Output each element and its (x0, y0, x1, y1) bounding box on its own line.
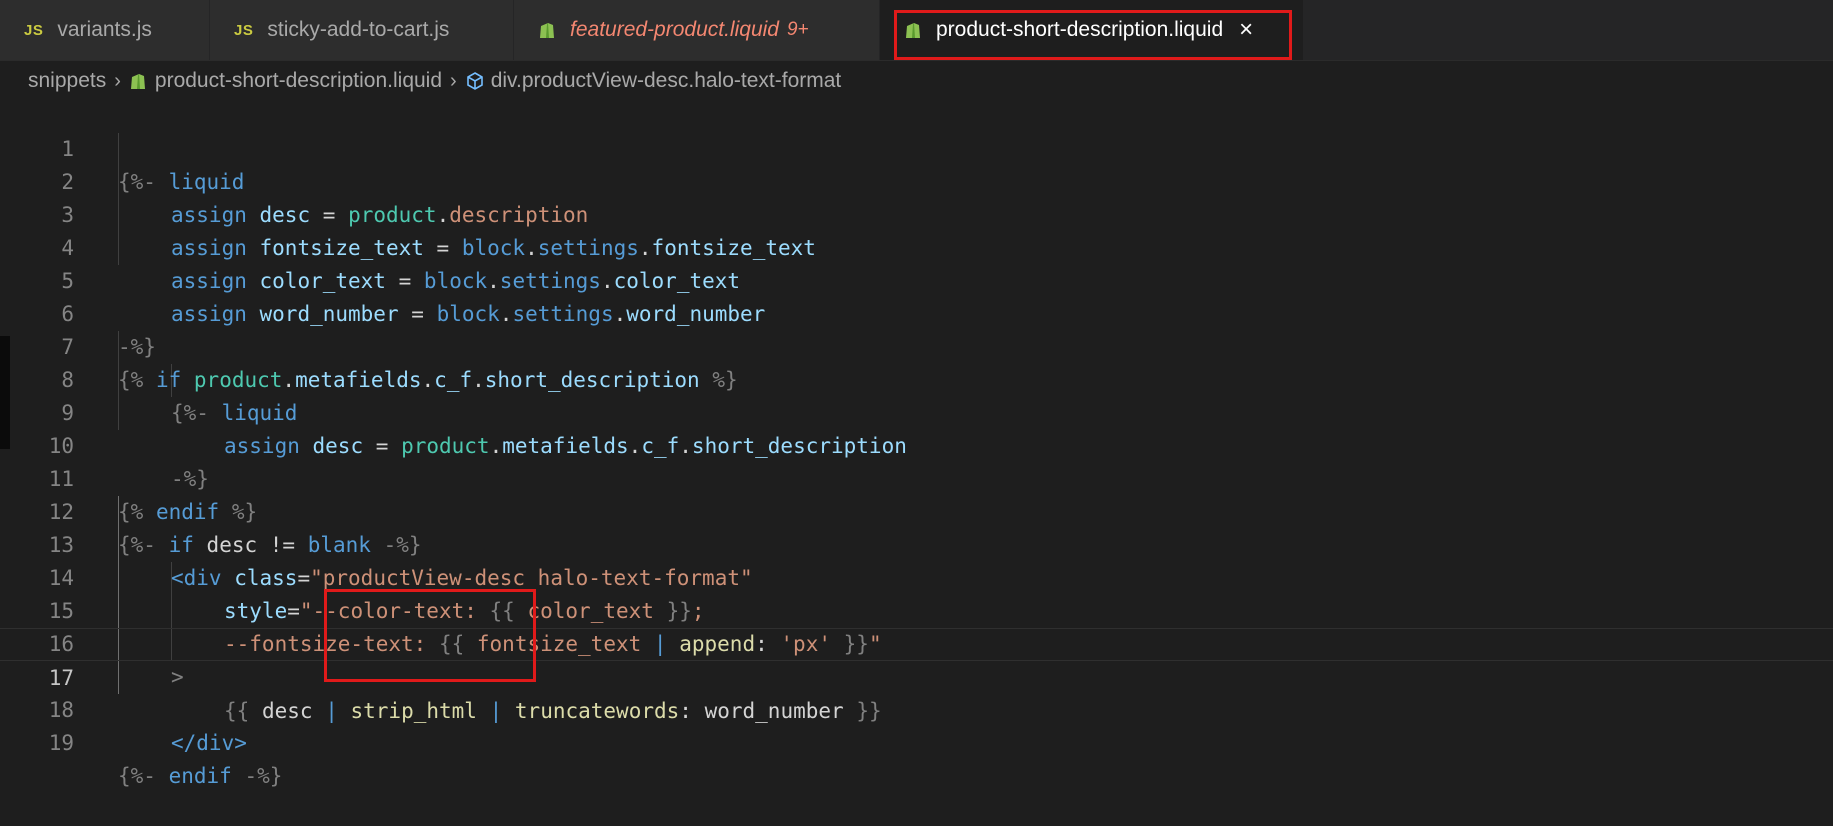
tab-product-short-description-liquid[interactable]: product-short-description.liquid × (880, 0, 1304, 60)
code-line[interactable]: 6 -%} (0, 265, 1833, 359)
tab-label: sticky-add-to-cart.js (267, 18, 450, 41)
javascript-file-icon: JS (24, 21, 44, 39)
problems-count-badge: 9+ (786, 19, 809, 40)
breadcrumb-symbol[interactable]: div.productView-desc.halo-text-format (491, 69, 842, 93)
code-line[interactable]: 11 {% endif %} (0, 430, 1833, 524)
code-line[interactable]: 8 {%- liquid (0, 331, 1833, 425)
code-line[interactable]: 3 assign fontsize_text = block.settings.… (0, 166, 1833, 260)
shopify-liquid-file-icon (906, 23, 920, 38)
code-line[interactable]: 13 <div class="productView-desc halo-tex… (0, 496, 1833, 590)
chevron-right-icon: › (114, 69, 121, 92)
code-line[interactable]: 2 assign desc = product.description (0, 133, 1833, 227)
symbol-cube-icon (466, 72, 483, 90)
tab-featured-product-liquid[interactable]: featured-product.liquid 9+ (514, 0, 880, 60)
tab-label: featured-product.liquid (570, 18, 779, 41)
code-line[interactable]: 9 assign desc = product.metafields.c_f.s… (0, 364, 1833, 458)
shopify-liquid-file-icon (130, 74, 145, 89)
code-line[interactable]: 1 {%- liquid (0, 100, 1833, 194)
tab-variants-js[interactable]: JS variants.js (0, 0, 210, 60)
breadcrumb-folder[interactable]: snippets (28, 69, 106, 93)
breadcrumb: snippets › product-short-description.liq… (28, 62, 841, 100)
breadcrumb-file[interactable]: product-short-description.liquid (155, 69, 442, 93)
code-line[interactable]: 16 > (0, 595, 1833, 689)
code-line[interactable]: 12 {%- if desc != blank -%} (0, 463, 1833, 557)
code-line[interactable]: 5 assign word_number = block.settings.wo… (0, 232, 1833, 326)
code-line[interactable]: 15 --fontsize-text: {{ fontsize_text | a… (0, 562, 1833, 656)
javascript-file-icon: JS (234, 21, 254, 39)
editor-tab-bar: JS variants.js JS sticky-add-to-cart.js … (0, 0, 1833, 61)
line-number: 19 (48, 731, 74, 755)
code-line[interactable]: 18 </div> (0, 661, 1833, 755)
code-line[interactable]: 14 style="--color-text: {{ color_text }}… (0, 529, 1833, 623)
code-editor[interactable]: 1 {%- liquid 2 assign desc = product.des… (0, 100, 1833, 793)
code-line[interactable]: 19 {%- endif -%} (0, 694, 1833, 788)
shopify-liquid-file-icon (540, 23, 554, 38)
code-line[interactable]: 10 -%} (0, 397, 1833, 491)
chevron-right-icon: › (450, 69, 457, 92)
code-line-current[interactable]: 17 {{ desc | strip_html | truncatewords:… (0, 628, 1833, 723)
tab-label: product-short-description.liquid (936, 18, 1224, 41)
close-tab-icon[interactable]: × (1239, 18, 1253, 42)
code-line[interactable]: 4 assign color_text = block.settings.col… (0, 199, 1833, 293)
code-line[interactable]: 7 {% if product.metafields.c_f.short_des… (0, 298, 1833, 392)
tab-label: variants.js (57, 18, 152, 41)
tab-sticky-add-to-cart-js[interactable]: JS sticky-add-to-cart.js (210, 0, 514, 60)
